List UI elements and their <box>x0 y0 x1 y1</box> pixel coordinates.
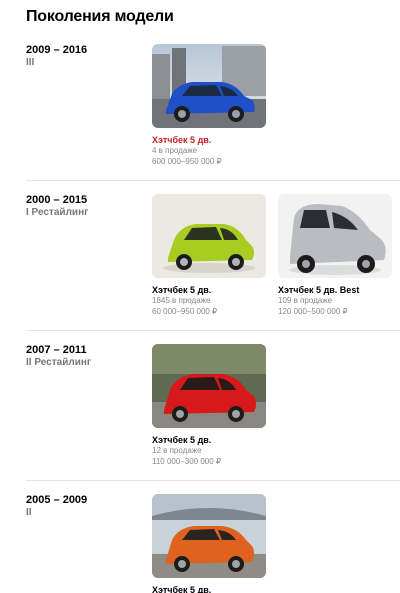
generation-years[interactable]: 2007 – 2011 <box>26 344 87 356</box>
price-range: 60 000–950 000 ₽ <box>152 307 218 316</box>
generation-years[interactable]: 2005 – 2009 <box>26 494 87 506</box>
on-sale-count: 4 в продаже <box>152 146 198 155</box>
divider <box>26 180 400 181</box>
car-photo[interactable] <box>152 494 266 578</box>
car-name[interactable]: Хэтчбек 5 дв. <box>152 285 270 295</box>
on-sale-count: 1845 в продаже <box>152 296 211 305</box>
car-card[interactable]: Хэтчбек 5 дв. Best 109 в продаже 120 000… <box>278 194 396 317</box>
on-sale-count: 109 в продаже <box>278 296 333 305</box>
generation-subtitle: I Рестайлинг <box>26 207 89 218</box>
price-range: 120 000–500 000 ₽ <box>278 307 348 316</box>
divider <box>26 330 400 331</box>
price-range: 600 000–950 000 ₽ <box>152 157 222 166</box>
generation-years[interactable]: 2009 – 2016 <box>26 44 87 56</box>
divider <box>26 480 400 481</box>
car-card[interactable]: Хэтчбек 5 дв. <box>152 494 270 593</box>
generation-subtitle: II <box>26 507 32 518</box>
car-photo[interactable] <box>152 194 266 278</box>
car-photo[interactable] <box>152 344 266 428</box>
generation-subtitle: III <box>26 57 35 68</box>
car-card[interactable]: Хэтчбек 5 дв. 12 в продаже 110 000–300 0… <box>152 344 270 467</box>
car-card[interactable]: Хэтчбек 5 дв. 1845 в продаже 60 000–950 … <box>152 194 270 317</box>
on-sale-count: 12 в продаже <box>152 446 202 455</box>
price-range: 110 000–300 000 ₽ <box>152 457 222 466</box>
car-card[interactable]: Хэтчбек 5 дв. 4 в продаже 600 000–950 00… <box>152 44 270 167</box>
car-name[interactable]: Хэтчбек 5 дв. <box>152 585 270 593</box>
generation-subtitle: II Рестайлинг <box>26 357 92 368</box>
generation-years[interactable]: 2000 – 2015 <box>26 194 87 206</box>
car-name[interactable]: Хэтчбек 5 дв. <box>152 135 270 145</box>
car-name[interactable]: Хэтчбек 5 дв. Best <box>278 285 396 295</box>
car-name[interactable]: Хэтчбек 5 дв. <box>152 435 270 445</box>
car-photo[interactable] <box>278 194 392 278</box>
page-title: Поколения модели <box>26 8 174 25</box>
car-photo[interactable] <box>152 44 266 128</box>
